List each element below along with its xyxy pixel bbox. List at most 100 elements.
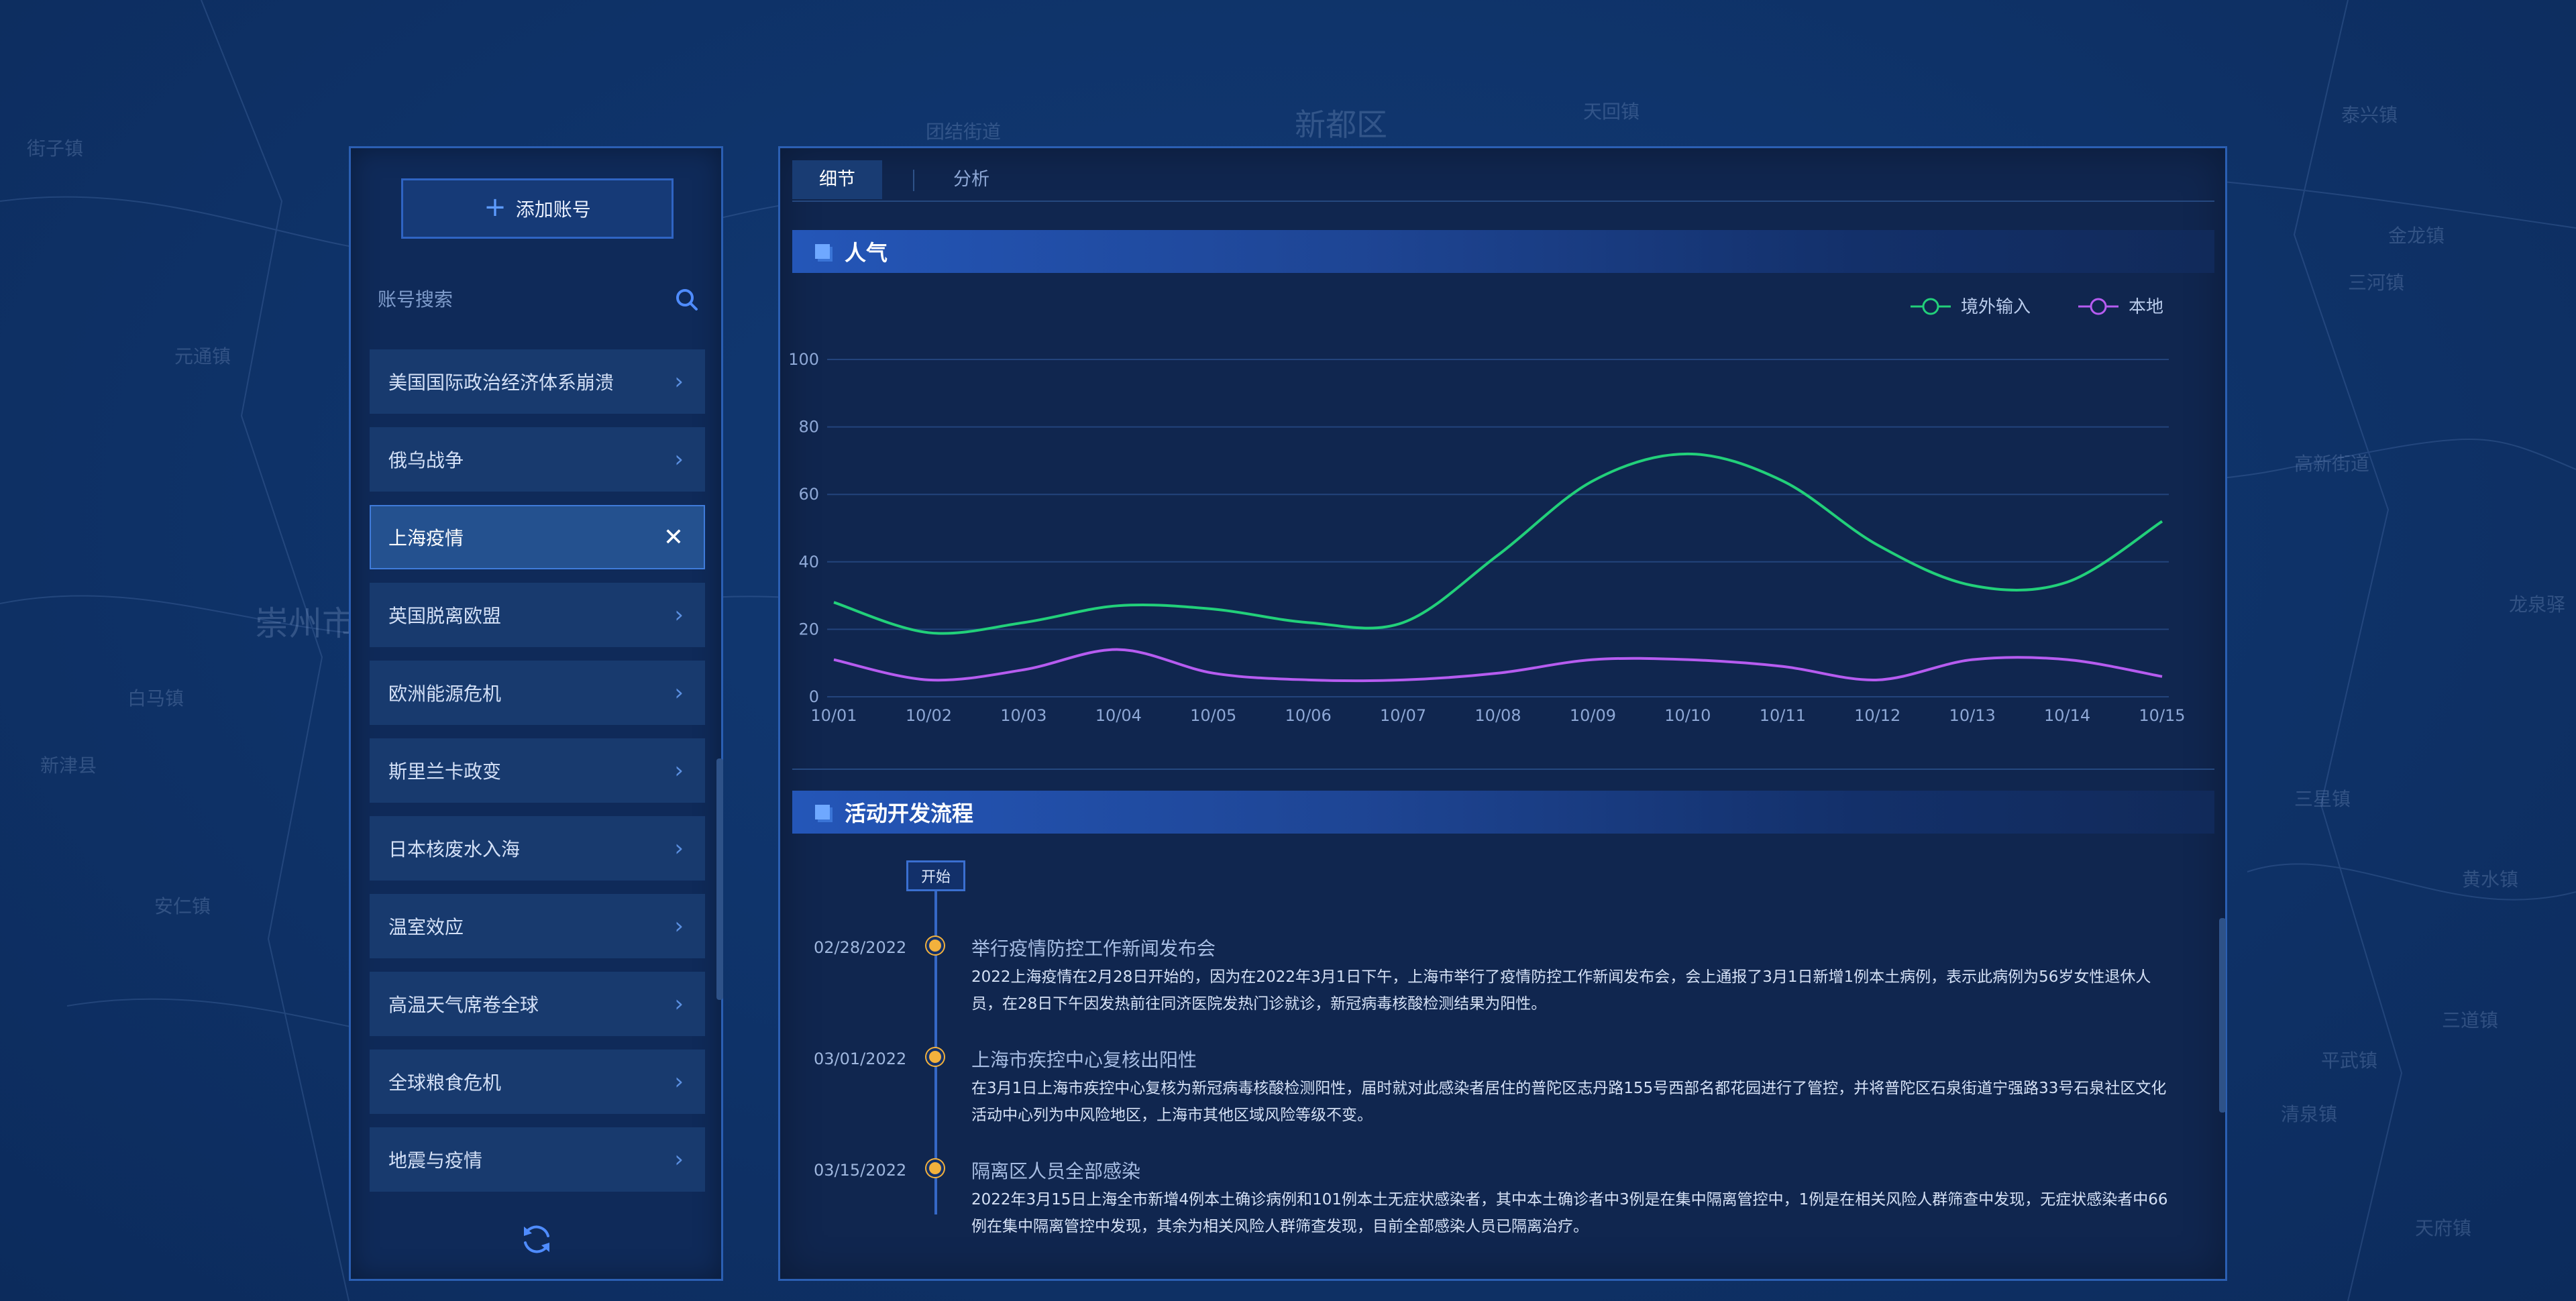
process-section-header: 活动开发流程 <box>792 791 2214 834</box>
chevron-right-icon: › <box>674 368 684 395</box>
list-item-label: 美国国际政治经济体系崩溃 <box>388 372 614 394</box>
event-description: 2022上海疫情在2月28日开始的，因为在2022年3月1日下午，上海市举行了疫… <box>971 968 2151 1013</box>
map-label: 高新街道 <box>2294 453 2370 475</box>
series-line-0 <box>833 452 2163 635</box>
close-icon[interactable]: ✕ <box>663 524 684 551</box>
chevron-right-icon: › <box>674 679 684 706</box>
map-label: 街子镇 <box>27 137 84 160</box>
map-label: 团结街道 <box>926 121 1002 143</box>
map-label: 黄水镇 <box>2462 868 2519 891</box>
list-item-label: 地震与疫情 <box>388 1149 483 1172</box>
section-title: 活动开发流程 <box>845 801 974 826</box>
legend-marker <box>2090 298 2107 315</box>
y-tick-label: 40 <box>798 553 819 571</box>
map-label: 安仁镇 <box>154 895 211 917</box>
map-label: 平武镇 <box>2321 1050 2378 1072</box>
event-title: 举行疫情防控工作新闻发布会 <box>971 938 1216 960</box>
list-item-label: 英国脱离欧盟 <box>388 605 502 627</box>
event-dot <box>926 937 944 954</box>
y-tick-label: 0 <box>809 687 819 706</box>
legend-label: 境外输入 <box>1961 297 2031 317</box>
event-description: 在3月1日上海市疾控中心复核为新冠病毒核酸检测阳性，届时就对此感染者居住的普陀区… <box>971 1080 2167 1124</box>
chevron-right-icon: › <box>674 1068 684 1095</box>
x-tick-label: 10/15 <box>2139 706 2185 725</box>
list-item-label: 高温天气席卷全球 <box>388 994 539 1016</box>
map-label: 清泉镇 <box>2281 1103 2338 1125</box>
event-date: 03/01/2022 <box>814 1050 907 1068</box>
map-label: 崇州市 <box>255 604 356 643</box>
event-dot <box>926 1159 944 1177</box>
list-item-label: 日本核废水入海 <box>388 838 521 860</box>
series-line-1 <box>833 648 2163 683</box>
y-tick-label: 20 <box>798 620 819 638</box>
add-account-label: 添加账号 <box>515 199 591 221</box>
account-search <box>376 279 698 319</box>
chevron-right-icon: › <box>674 602 684 628</box>
list-item-label: 上海疫情 <box>388 527 464 549</box>
list-item[interactable]: 美国国际政治经济体系崩溃 › <box>370 349 705 414</box>
map-label: 金龙镇 <box>2388 225 2445 247</box>
account-sidebar: + 添加账号 美国国际政治经济体系崩溃 › 俄乌战争 › 上海疫情 ✕ 英国脱离欧盟 ›… <box>349 146 723 1281</box>
y-tick-label: 60 <box>798 485 819 504</box>
list-item-label: 全球粮食危机 <box>388 1072 502 1094</box>
section-divider <box>792 769 2214 770</box>
list-item[interactable]: 英国脱离欧盟 › <box>370 583 705 647</box>
map-label: 三道镇 <box>2442 1009 2499 1031</box>
legend-marker <box>1922 298 1939 315</box>
legend-label: 本地 <box>2129 297 2163 317</box>
map-label: 三河镇 <box>2348 272 2405 294</box>
map-label: 天回镇 <box>1583 101 1640 123</box>
chevron-right-icon: › <box>674 913 684 940</box>
list-item[interactable]: 高温天气席卷全球 › <box>370 972 705 1036</box>
chevron-right-icon: › <box>674 991 684 1017</box>
chevron-right-icon: › <box>674 835 684 862</box>
refresh-icon[interactable] <box>519 1221 555 1257</box>
square-icon <box>815 805 830 819</box>
x-tick-label: 10/10 <box>1664 706 1711 725</box>
list-item-label: 俄乌战争 <box>388 449 464 471</box>
list-item-label: 温室效应 <box>388 916 464 938</box>
event-date: 02/28/2022 <box>814 938 907 957</box>
chevron-right-icon: › <box>674 1146 684 1173</box>
list-item[interactable]: 地震与疫情 › <box>370 1127 705 1192</box>
x-tick-label: 10/04 <box>1095 706 1142 725</box>
list-item[interactable]: 俄乌战争 › <box>370 427 705 492</box>
x-tick-label: 10/05 <box>1190 706 1236 725</box>
map-label: 元通镇 <box>174 345 231 367</box>
x-tick-label: 10/14 <box>2044 706 2090 725</box>
x-tick-label: 10/09 <box>1570 706 1616 725</box>
list-item[interactable]: 日本核废水入海 › <box>370 816 705 881</box>
map-label: 天府镇 <box>2415 1217 2472 1239</box>
x-tick-label: 10/13 <box>1949 706 1996 725</box>
map-label: 泰兴镇 <box>2341 104 2398 126</box>
x-tick-label: 10/11 <box>1760 706 1806 725</box>
add-account-button[interactable]: + 添加账号 <box>401 178 674 239</box>
list-item[interactable]: 斯里兰卡政变 › <box>370 738 705 803</box>
x-tick-label: 10/06 <box>1285 706 1332 725</box>
account-list: 美国国际政治经济体系崩溃 › 俄乌战争 › 上海疫情 ✕ 英国脱离欧盟 › 欧洲能源危机… <box>370 349 705 1205</box>
list-item-selected[interactable]: 上海疫情 ✕ <box>370 505 705 569</box>
map-label: 白马镇 <box>127 687 184 710</box>
sidebar-scrollbar[interactable] <box>716 758 723 1000</box>
event-title: 上海市疾控中心复核出阳性 <box>971 1049 1197 1071</box>
x-tick-label: 10/01 <box>810 706 857 725</box>
chevron-right-icon: › <box>674 757 684 784</box>
list-item[interactable]: 全球粮食危机 › <box>370 1050 705 1114</box>
map-label: 新津县 <box>40 754 97 777</box>
list-item-label: 欧洲能源危机 <box>388 683 502 705</box>
map-label: 新都区 <box>1295 107 1387 143</box>
search-icon[interactable] <box>674 287 698 311</box>
detail-panel: 细节 分析 人气 0 20 40 60 80 100 10/01 10/02 10/03 10/0… <box>778 146 2227 1281</box>
x-tick-label: 10/02 <box>906 706 952 725</box>
list-item[interactable]: 温室效应 › <box>370 894 705 958</box>
map-label: 三星镇 <box>2294 788 2351 810</box>
y-tick-label: 100 <box>788 350 819 369</box>
event-title: 隔离区人员全部感染 <box>971 1160 1141 1182</box>
timeline-start-label: 开始 <box>906 860 965 891</box>
map-label: 龙泉驿 <box>2509 593 2566 616</box>
panel-scrollbar[interactable] <box>2219 918 2226 1113</box>
plus-icon: + <box>484 192 506 223</box>
x-tick-label: 10/07 <box>1380 706 1426 725</box>
search-input[interactable] <box>376 287 661 311</box>
list-item[interactable]: 欧洲能源危机 › <box>370 661 705 725</box>
